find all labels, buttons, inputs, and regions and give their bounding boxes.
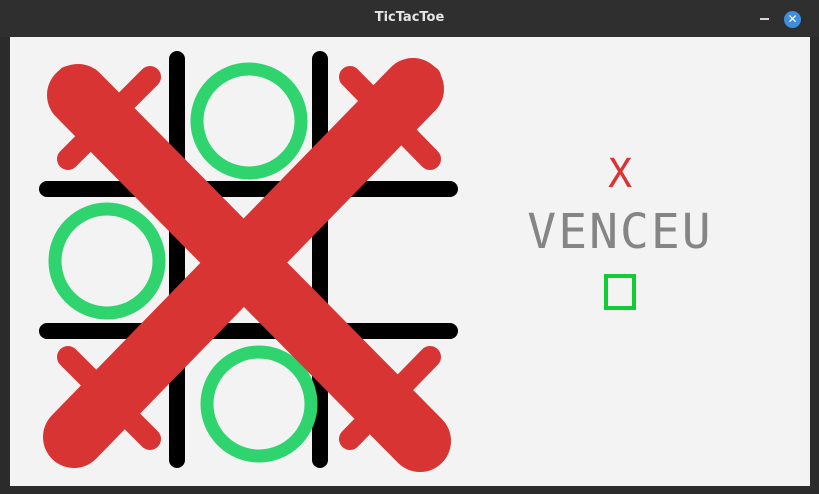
winner-symbol: X	[607, 151, 633, 197]
result-panel: X VENCEU	[450, 152, 790, 310]
cell-1-o-mark	[190, 62, 308, 180]
game-canvas[interactable]: X VENCEU	[10, 37, 810, 486]
cell-7-o-mark	[200, 345, 318, 463]
title-bar[interactable]: TicTacToe ✕	[0, 0, 819, 37]
close-icon: ✕	[787, 12, 798, 26]
winning-x-mark	[43, 58, 451, 472]
winner-text: VENCEU	[527, 204, 713, 260]
tictactoe-window: TicTacToe ✕ X VENCEU	[0, 0, 819, 494]
close-button[interactable]: ✕	[784, 11, 801, 28]
game-board[interactable]	[10, 37, 470, 486]
minimize-button[interactable]	[760, 18, 769, 20]
cell-3-o-mark	[48, 202, 166, 320]
next-player-indicator	[604, 274, 636, 310]
window-title: TicTacToe	[374, 10, 445, 25]
